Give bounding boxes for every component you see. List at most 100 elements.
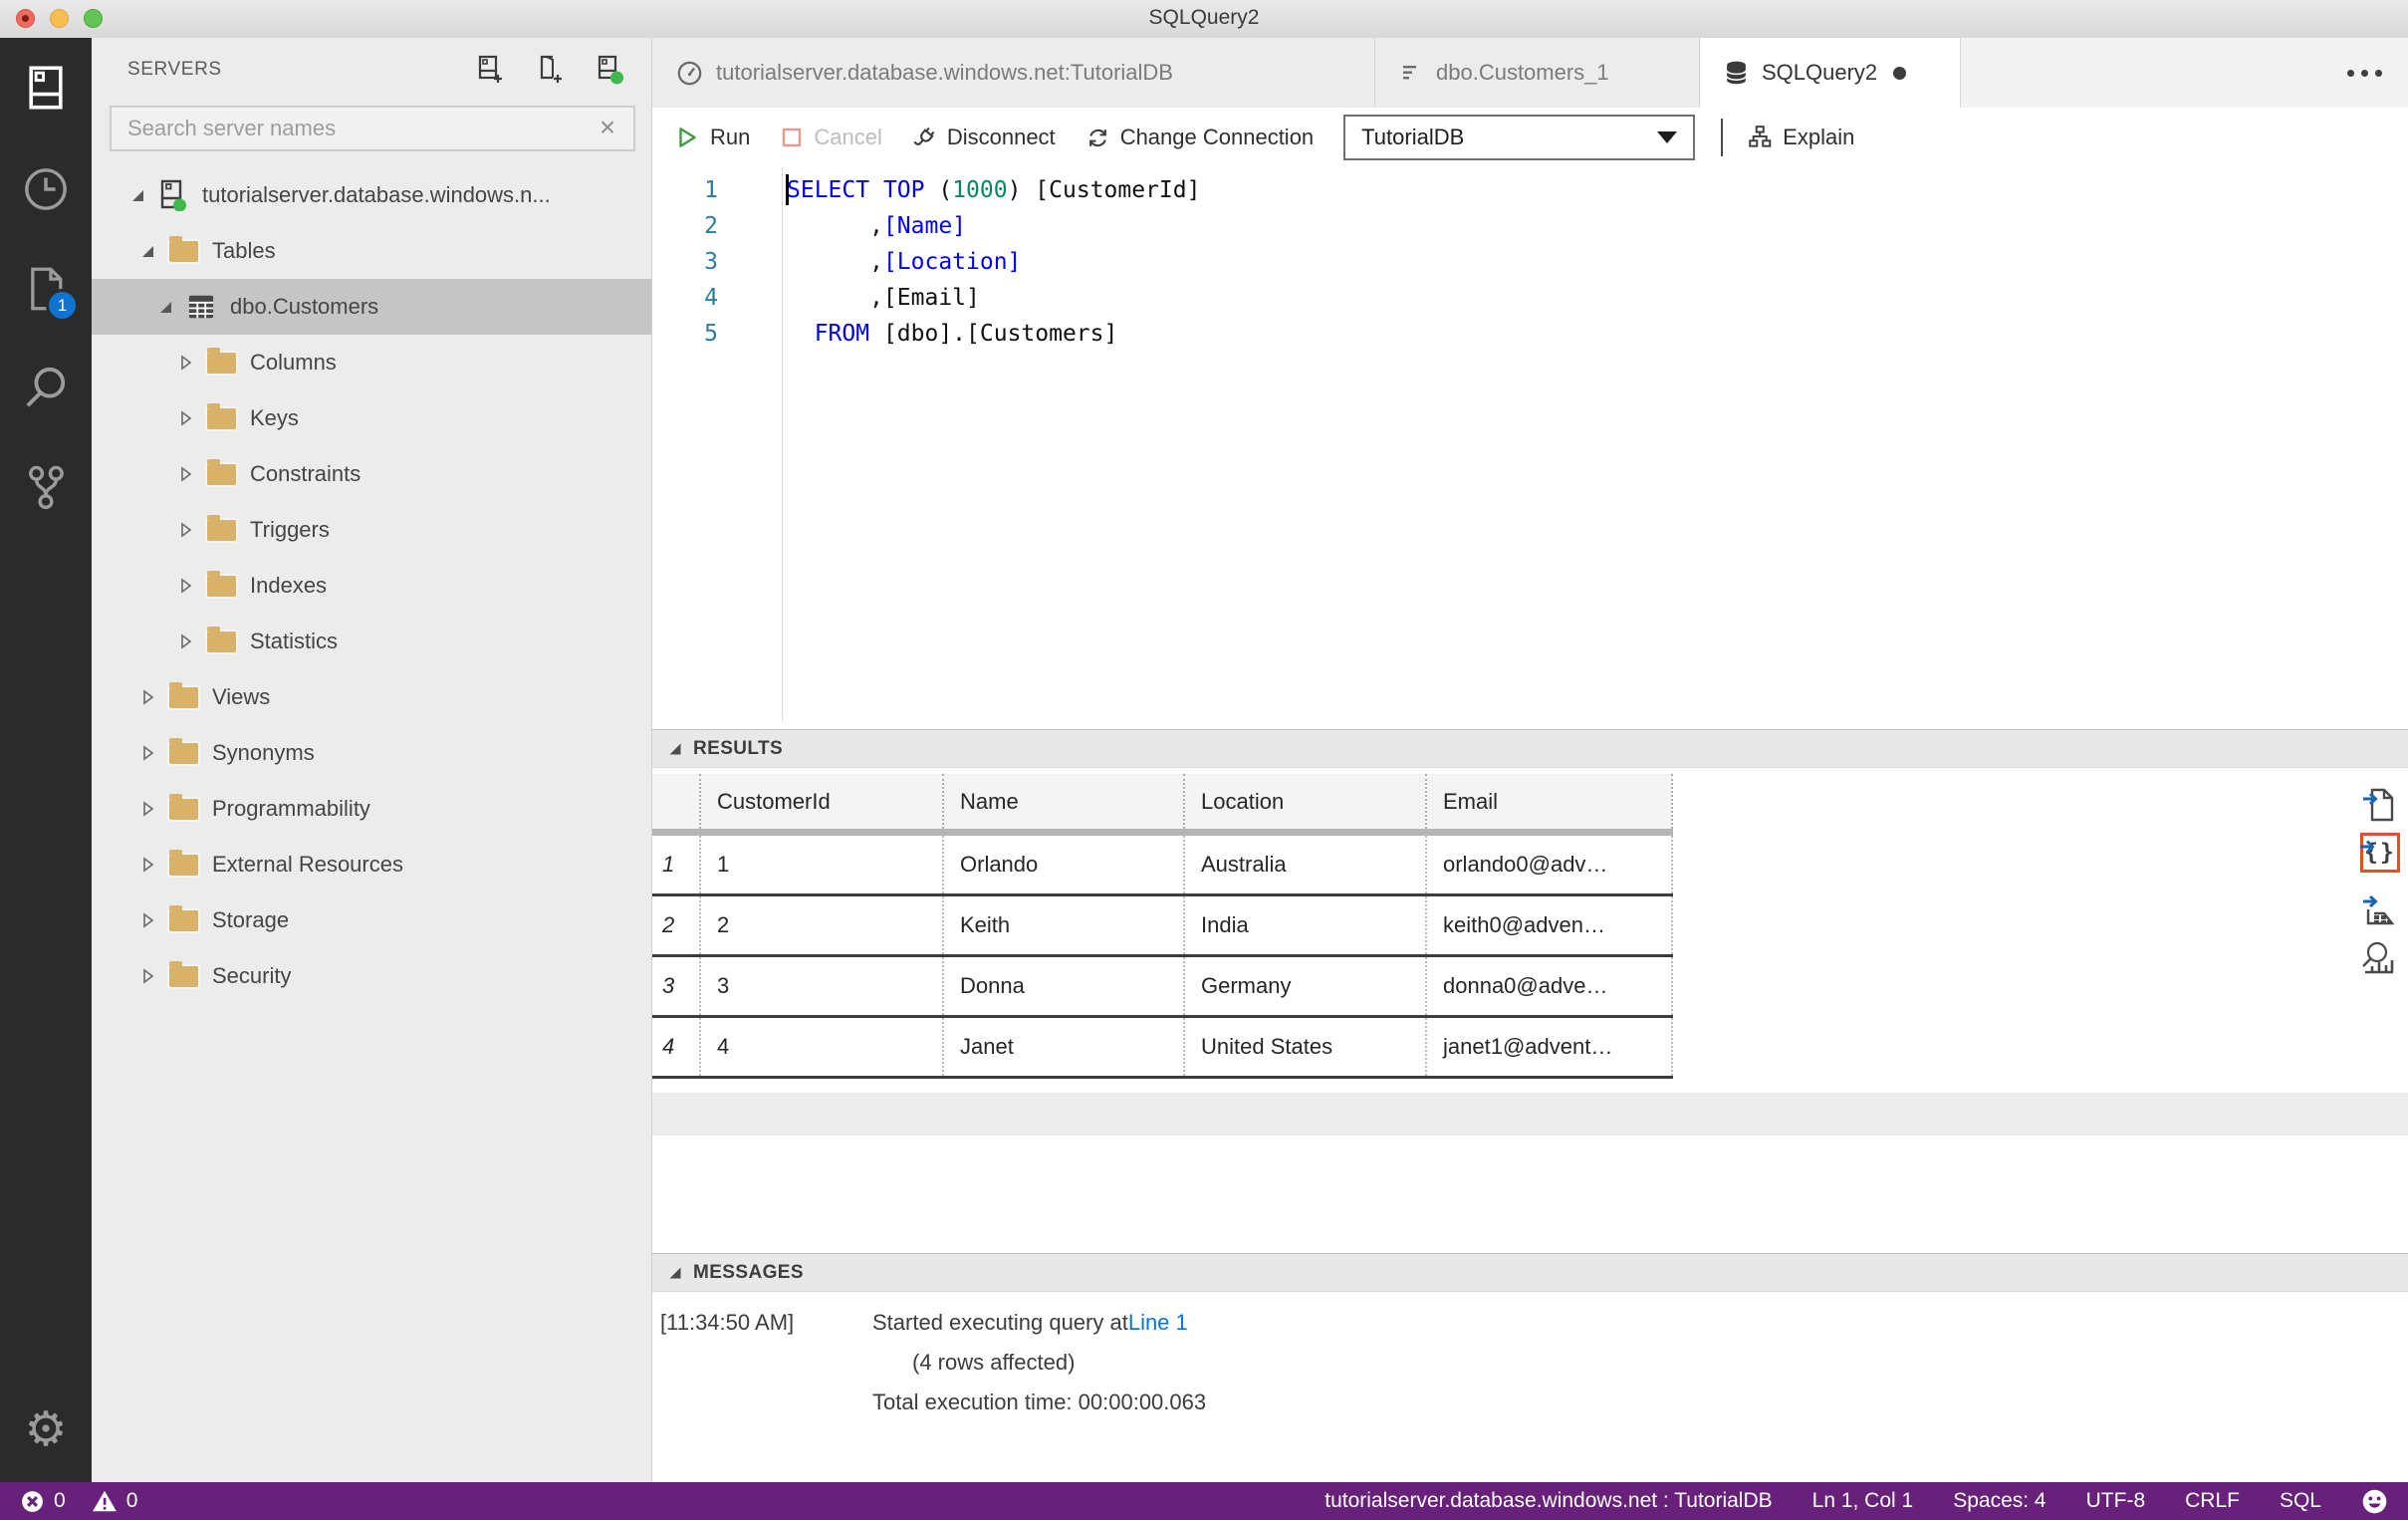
- tree-item-statistics[interactable]: Statistics: [92, 614, 651, 669]
- status-connection[interactable]: tutorialserver.database.windows.net : Tu…: [1324, 1489, 1772, 1513]
- row-number[interactable]: 4: [652, 1016, 701, 1079]
- grid-horizontal-scrollbar[interactable]: [652, 1093, 2408, 1136]
- row-number[interactable]: 2: [652, 894, 701, 957]
- grid-row[interactable]: 4 4 Janet United States janet1@advent…: [652, 1016, 1673, 1079]
- grid-cell[interactable]: orlando0@adv…: [1426, 832, 1673, 896]
- tree-item-tutorialserver-database-windows-n[interactable]: tutorialserver.database.windows.n...: [92, 167, 651, 223]
- chevron-right-icon[interactable]: [139, 689, 156, 706]
- tree-item-external-resources[interactable]: External Resources: [92, 837, 651, 892]
- chevron-expanded-icon[interactable]: [139, 243, 156, 260]
- tree-item-synonyms[interactable]: Synonyms: [92, 725, 651, 781]
- change-connection-button[interactable]: Change Connection: [1085, 125, 1314, 150]
- chevron-right-icon[interactable]: [139, 912, 156, 929]
- grid-cell[interactable]: United States: [1184, 1016, 1427, 1079]
- save-as-csv-icon[interactable]: [2358, 783, 2400, 827]
- tab-tutorialserver-database-windows-net-tutorialdb[interactable]: tutorialserver.database.windows.net:Tuto…: [652, 38, 1375, 108]
- grid-cell[interactable]: 3: [700, 955, 944, 1018]
- status-eol[interactable]: CRLF: [2185, 1489, 2240, 1513]
- grid-cell[interactable]: janet1@advent…: [1426, 1016, 1673, 1079]
- chevron-right-icon[interactable]: [177, 578, 194, 595]
- sql-editor[interactable]: 1 SELECT TOP (1000) [CustomerId] 2 ,[Name]…: [652, 167, 2408, 729]
- status-language[interactable]: SQL: [2280, 1489, 2321, 1513]
- chevron-expanded-icon[interactable]: [129, 187, 146, 204]
- tree-item-storage[interactable]: Storage: [92, 892, 651, 948]
- chevron-right-icon[interactable]: [177, 410, 194, 427]
- column-header-email[interactable]: Email: [1426, 774, 1673, 836]
- results-grid[interactable]: CustomerId Name Location Email 1 1 Orlando Aus…: [652, 774, 1673, 1079]
- task-history-icon[interactable]: [0, 163, 92, 215]
- tree-item-triggers[interactable]: Triggers: [92, 502, 651, 558]
- save-as-excel-icon[interactable]: [2358, 888, 2400, 932]
- clear-search-icon[interactable]: [596, 116, 619, 141]
- server-search-input[interactable]: [125, 115, 596, 142]
- messages-panel-header[interactable]: MESSAGES: [652, 1253, 2408, 1292]
- grid-row[interactable]: 1 1 Orlando Australia orlando0@adv…: [652, 832, 1673, 896]
- grid-cell[interactable]: 1: [700, 832, 944, 896]
- warnings-count[interactable]: 0: [126, 1489, 138, 1513]
- tree-item-dbo-customers[interactable]: dbo.Customers: [92, 279, 651, 335]
- tree-item-constraints[interactable]: Constraints: [92, 446, 651, 502]
- source-control-icon[interactable]: [0, 461, 92, 513]
- row-number[interactable]: 3: [652, 955, 701, 1018]
- column-header-customerid[interactable]: CustomerId: [700, 774, 944, 836]
- errors-count[interactable]: 0: [54, 1489, 66, 1513]
- grid-cell[interactable]: 4: [700, 1016, 944, 1079]
- cancel-button[interactable]: Cancel: [780, 125, 882, 150]
- chevron-right-icon[interactable]: [177, 355, 194, 372]
- tab-dbo-customers-1[interactable]: dbo.Customers_1: [1375, 38, 1700, 108]
- column-header-name[interactable]: Name: [943, 774, 1185, 836]
- maximize-button[interactable]: [84, 9, 103, 28]
- grid-cell[interactable]: Donna: [943, 955, 1185, 1018]
- chevron-right-icon[interactable]: [139, 801, 156, 818]
- chevron-right-icon[interactable]: [177, 522, 194, 539]
- tree-item-views[interactable]: Views: [92, 669, 651, 725]
- run-button[interactable]: Run: [674, 125, 750, 150]
- grid-cell[interactable]: Australia: [1184, 832, 1427, 896]
- tree-item-security[interactable]: Security: [92, 948, 651, 1004]
- code-line[interactable]: 1 SELECT TOP (1000) [CustomerId]: [652, 172, 2408, 208]
- settings-gear-icon[interactable]: [0, 1404, 92, 1456]
- code-line[interactable]: 5 FROM [dbo].[Customers]: [652, 316, 2408, 352]
- close-button[interactable]: [16, 9, 35, 28]
- tree-item-columns[interactable]: Columns: [92, 335, 651, 390]
- column-header-location[interactable]: Location: [1184, 774, 1427, 836]
- status-indentation[interactable]: Spaces: 4: [1953, 1489, 2046, 1513]
- grid-cell[interactable]: Janet: [943, 1016, 1185, 1079]
- chevron-right-icon[interactable]: [139, 745, 156, 762]
- grid-cell[interactable]: Germany: [1184, 955, 1427, 1018]
- disconnect-button[interactable]: Disconnect: [912, 125, 1056, 150]
- tree-item-programmability[interactable]: Programmability: [92, 781, 651, 837]
- tree-item-keys[interactable]: Keys: [92, 390, 651, 446]
- results-panel-header[interactable]: RESULTS: [652, 729, 2408, 768]
- grid-row[interactable]: 2 2 Keith India keith0@adven…: [652, 894, 1673, 957]
- chevron-expanded-icon[interactable]: [157, 299, 174, 316]
- code-line[interactable]: 4 ,[Email]: [652, 280, 2408, 316]
- search-icon[interactable]: [0, 362, 92, 413]
- grid-cell[interactable]: keith0@adven…: [1426, 894, 1673, 957]
- more-actions-icon[interactable]: [2347, 70, 2382, 77]
- active-connections-icon[interactable]: [594, 53, 625, 87]
- tree-item-tables[interactable]: Tables: [92, 223, 651, 279]
- dirty-indicator-icon[interactable]: [1893, 66, 1907, 80]
- chevron-right-icon[interactable]: [177, 633, 194, 650]
- grid-cell[interactable]: 2: [700, 894, 944, 957]
- row-number[interactable]: 1: [652, 832, 701, 896]
- grid-cell[interactable]: India: [1184, 894, 1427, 957]
- server-search-box[interactable]: [110, 106, 635, 151]
- grid-cell[interactable]: donna0@adve…: [1426, 955, 1673, 1018]
- code-line[interactable]: 3 ,[Location]: [652, 244, 2408, 280]
- warnings-icon[interactable]: [92, 1488, 118, 1514]
- chevron-right-icon[interactable]: [139, 968, 156, 985]
- new-server-group-icon[interactable]: [534, 53, 566, 87]
- message-line-link[interactable]: Line 1: [1128, 1303, 1188, 1343]
- status-cursor-position[interactable]: Ln 1, Col 1: [1812, 1489, 1914, 1513]
- tab-sqlquery2[interactable]: SQLQuery2: [1700, 38, 1961, 108]
- feedback-smiley-icon[interactable]: [2361, 1488, 2388, 1515]
- grid-cell[interactable]: Orlando: [943, 832, 1185, 896]
- grid-row[interactable]: 3 3 Donna Germany donna0@adve…: [652, 955, 1673, 1018]
- tree-item-indexes[interactable]: Indexes: [92, 558, 651, 614]
- errors-icon[interactable]: [20, 1489, 45, 1514]
- minimize-button[interactable]: [50, 9, 69, 28]
- database-dropdown[interactable]: TutorialDB: [1343, 115, 1696, 160]
- view-as-chart-icon[interactable]: [2358, 936, 2400, 980]
